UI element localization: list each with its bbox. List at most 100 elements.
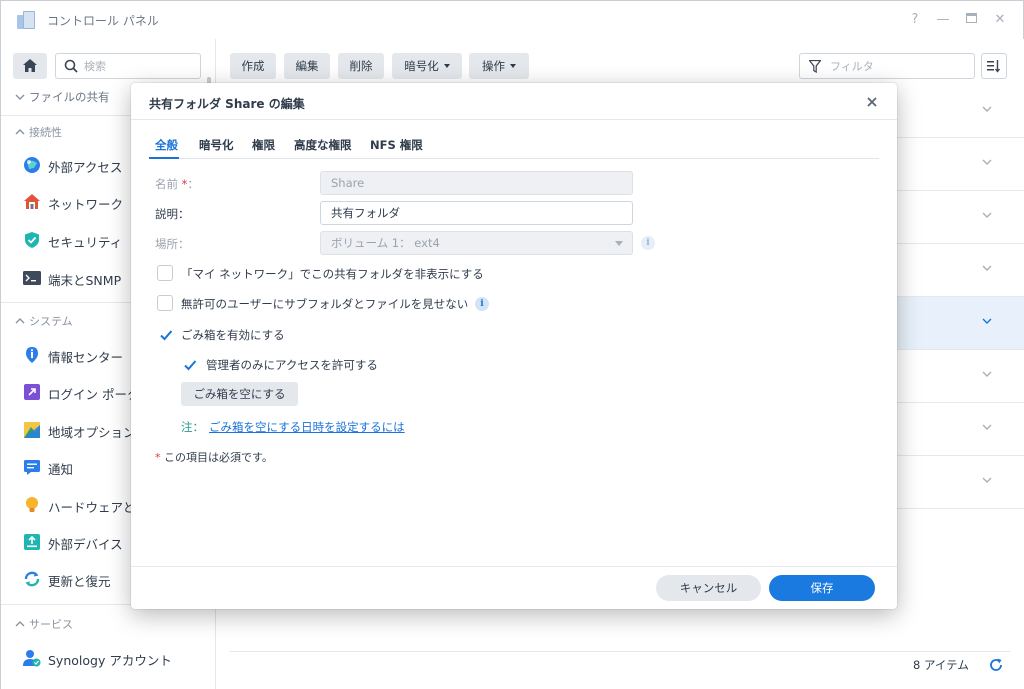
chevron-down-icon[interactable] xyxy=(981,368,993,380)
dialog-divider xyxy=(131,119,897,120)
sidebar-item-label: Synology アカウント xyxy=(48,653,172,668)
hide-unauthorized-label: 無許可のユーザーにサブフォルダとファイルを見せない xyxy=(181,297,469,311)
external-device-icon xyxy=(24,534,40,550)
hide-network-checkbox[interactable] xyxy=(157,265,173,281)
home-network-icon xyxy=(24,194,40,209)
search-input[interactable] xyxy=(84,58,194,75)
recycle-bin-label: ごみ箱を有効にする xyxy=(181,328,285,342)
notification-icon xyxy=(24,460,40,475)
required-note: * この項目は必須です。 xyxy=(155,451,273,464)
bulb-icon xyxy=(26,497,38,512)
home-button[interactable] xyxy=(13,53,47,79)
chevron-down-icon xyxy=(15,94,25,100)
sidebar-search[interactable] xyxy=(55,53,201,79)
edit-shared-folder-dialog: 共有フォルダ Share の編集 全般 暗号化 権限 高度な権限 NFS 権限 … xyxy=(131,83,897,609)
dialog-title: 共有フォルダ Share の編集 xyxy=(149,97,305,111)
tab-divider xyxy=(149,158,879,159)
recycle-bin-checkbox[interactable] xyxy=(157,326,173,342)
section-services[interactable]: サービス xyxy=(1,610,215,638)
caret-down-icon xyxy=(443,64,450,68)
help-icon[interactable]: ? xyxy=(905,10,925,30)
tab-permissions[interactable]: 権限 xyxy=(252,137,275,153)
caret-down-icon xyxy=(510,64,516,68)
sort-icon xyxy=(987,60,1001,73)
control-panel-window: コントロール パネル ? — ✕ ファイルの共有 接続性 外部アクセス xyxy=(0,0,1024,689)
cancel-button[interactable]: キャンセル xyxy=(656,575,761,601)
region-icon xyxy=(24,422,40,438)
section-header: システム xyxy=(29,315,73,328)
checkmark-icon xyxy=(184,360,197,371)
chevron-down-icon[interactable] xyxy=(981,474,993,486)
update-icon xyxy=(24,571,40,587)
dialog-footer-divider xyxy=(131,566,897,567)
close-icon[interactable] xyxy=(863,93,881,111)
section-header: 接続性 xyxy=(29,126,62,139)
action-dropdown[interactable]: 操作 xyxy=(469,53,529,79)
sidebar-item-label: ファイルの共有 xyxy=(29,90,110,104)
control-panel-icon xyxy=(17,11,35,29)
filter-icon xyxy=(809,60,821,73)
action-label: 操作 xyxy=(482,59,505,73)
sort-button[interactable] xyxy=(981,53,1007,79)
location-value: ボリューム 1： ext4 xyxy=(331,236,440,250)
chevron-down-icon[interactable] xyxy=(981,156,993,168)
tab-advanced-permissions[interactable]: 高度な権限 xyxy=(294,137,352,153)
description-label: 説明： xyxy=(155,207,190,221)
filter-input[interactable] xyxy=(830,58,970,75)
item-count: 8 アイテム xyxy=(913,658,969,672)
sidebar-item-synology-account[interactable]: Synology アカウント xyxy=(1,643,215,673)
tab-nfs-permissions[interactable]: NFS 権限 xyxy=(370,137,423,153)
close-window-icon[interactable]: ✕ xyxy=(990,10,1010,30)
name-label: 名前 *： xyxy=(155,177,199,191)
chevron-down-icon[interactable] xyxy=(981,103,993,115)
delete-button[interactable]: 削除 xyxy=(338,53,384,79)
location-select: ボリューム 1： ext4 xyxy=(320,231,633,255)
location-label: 場所： xyxy=(155,237,190,251)
window-title: コントロール パネル xyxy=(47,14,159,28)
tab-encryption[interactable]: 暗号化 xyxy=(199,137,234,153)
chevron-down-icon[interactable] xyxy=(981,262,993,274)
chevron-up-icon xyxy=(15,129,25,135)
terminal-icon xyxy=(23,271,41,285)
name-value: Share xyxy=(331,176,365,190)
edit-button[interactable]: 編集 xyxy=(284,53,330,79)
footer-divider xyxy=(230,651,1010,652)
search-icon xyxy=(64,59,78,73)
schedule-empty-bin-link[interactable]: ごみ箱を空にする日時を設定するには xyxy=(209,419,405,435)
name-field: Share xyxy=(320,171,633,195)
chevron-up-icon xyxy=(15,621,25,627)
refresh-icon[interactable] xyxy=(988,657,1004,673)
admin-only-checkbox[interactable] xyxy=(181,356,197,372)
checkmark-icon xyxy=(160,330,173,341)
caret-down-icon xyxy=(615,241,623,246)
note-label: 注： xyxy=(181,420,204,434)
chevron-up-icon xyxy=(15,318,25,324)
save-button[interactable]: 保存 xyxy=(769,575,875,601)
info-icon[interactable]: i xyxy=(475,297,489,311)
chevron-down-icon[interactable] xyxy=(981,315,993,327)
hide-unauthorized-checkbox[interactable] xyxy=(157,295,173,311)
encrypt-label: 暗号化 xyxy=(404,59,439,73)
globe-icon xyxy=(24,157,40,173)
info-icon[interactable]: i xyxy=(641,236,655,250)
login-portal-icon xyxy=(24,384,40,400)
active-tab-indicator xyxy=(149,157,179,159)
shield-check-icon xyxy=(25,232,39,248)
home-icon xyxy=(23,59,37,72)
create-button[interactable]: 作成 xyxy=(230,53,276,79)
chevron-down-icon[interactable] xyxy=(981,209,993,221)
title-bar: コントロール パネル ? — ✕ xyxy=(1,1,1023,39)
hide-network-label: 「マイ ネットワーク」でこの共有フォルダを非表示にする xyxy=(181,267,484,281)
admin-only-label: 管理者のみにアクセスを許可する xyxy=(206,358,378,372)
maximize-icon[interactable] xyxy=(961,10,981,30)
account-icon xyxy=(23,650,41,667)
minimize-icon[interactable]: — xyxy=(933,10,953,30)
encrypt-dropdown[interactable]: 暗号化 xyxy=(392,53,462,79)
empty-recycle-bin-button[interactable]: ごみ箱を空にする xyxy=(181,382,298,406)
filter-field[interactable] xyxy=(799,53,975,79)
info-pin-icon xyxy=(26,347,38,363)
section-header: サービス xyxy=(29,618,73,631)
tab-general[interactable]: 全般 xyxy=(155,137,178,153)
description-field[interactable]: 共有フォルダ xyxy=(320,201,633,225)
chevron-down-icon[interactable] xyxy=(981,421,993,433)
